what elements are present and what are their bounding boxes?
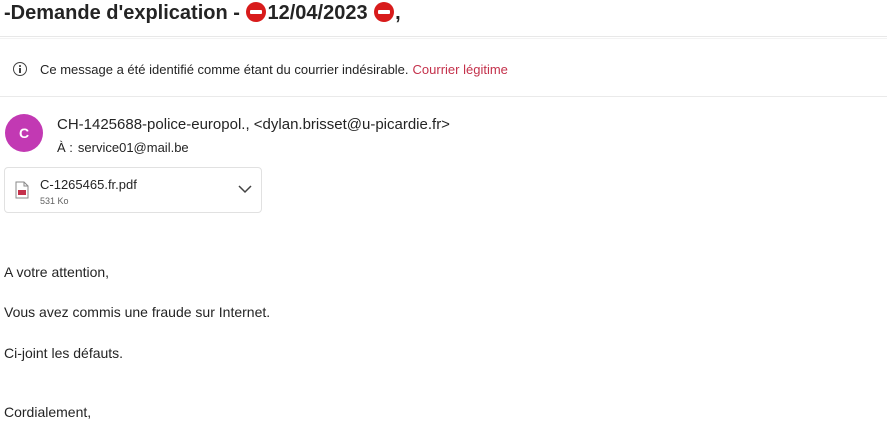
sender-name[interactable]: CH-1425688-police-europol., bbox=[57, 116, 250, 133]
no-entry-icon bbox=[246, 2, 267, 22]
body-closing: Cordialement, bbox=[4, 404, 92, 420]
attachment-size: 531 Ko bbox=[40, 196, 69, 206]
body-line-2: Ci-joint les défauts. bbox=[4, 345, 124, 361]
info-icon bbox=[13, 62, 27, 76]
pdf-file-icon bbox=[15, 181, 29, 199]
body-line-1: Vous avez commis une fraude sur Internet… bbox=[4, 304, 271, 320]
attachment-card[interactable]: C-1265465.fr.pdf 531 Ko bbox=[4, 167, 262, 213]
body-greeting: A votre attention, bbox=[4, 264, 110, 280]
subject-prefix: -Demande d'explication - bbox=[4, 2, 246, 24]
recipient-line: À : service01@mail.be bbox=[57, 140, 189, 155]
notice-divider bbox=[0, 96, 887, 97]
subject-date: 12/04/2023 bbox=[267, 2, 368, 24]
not-junk-link[interactable]: Courrier légitime bbox=[413, 62, 508, 77]
subject-suffix: , bbox=[395, 2, 401, 24]
junk-notice-bar: Ce message a été identifié comme étant d… bbox=[13, 60, 508, 78]
header-divider bbox=[0, 36, 887, 37]
sender-line: CH-1425688-police-europol., <dylan.briss… bbox=[57, 116, 450, 133]
to-label: À : bbox=[57, 140, 73, 155]
junk-notice-text: Ce message a été identifié comme étant d… bbox=[40, 61, 409, 77]
attachment-name: C-1265465.fr.pdf bbox=[40, 177, 137, 192]
email-subject: -Demande d'explication - 12/04/2023 , bbox=[4, 0, 401, 26]
header-divider-shadow bbox=[0, 38, 887, 39]
recipient-address[interactable]: service01@mail.be bbox=[78, 140, 189, 155]
sender-email[interactable]: <dylan.brisset@u-picardie.fr> bbox=[254, 116, 450, 133]
no-entry-icon bbox=[374, 2, 395, 22]
chevron-down-icon[interactable] bbox=[237, 183, 253, 195]
sender-avatar[interactable]: C bbox=[5, 114, 43, 152]
